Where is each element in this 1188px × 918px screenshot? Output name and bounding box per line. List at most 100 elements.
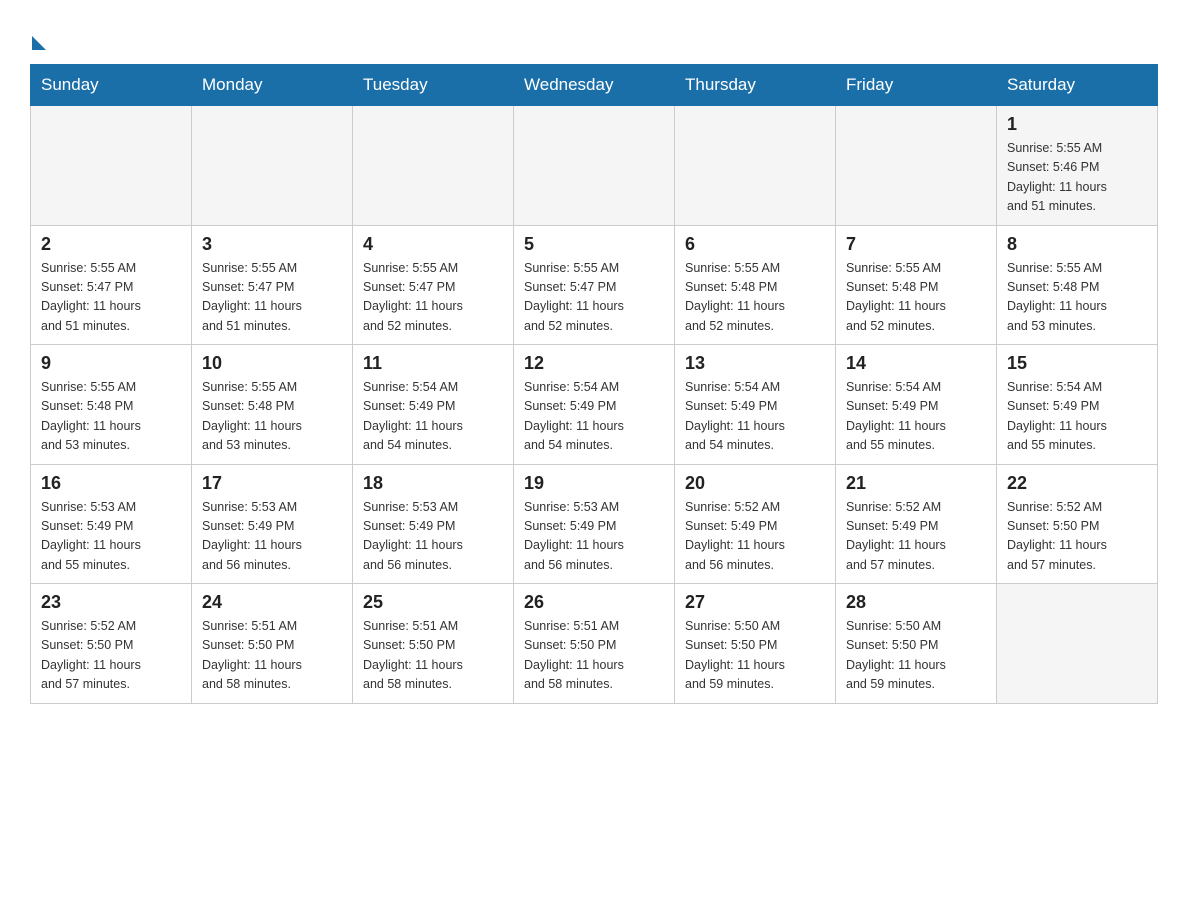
- col-thursday: Thursday: [675, 65, 836, 106]
- calendar-week-row: 2 Sunrise: 5:55 AMSunset: 5:47 PMDaylight…: [31, 225, 1158, 345]
- calendar-cell: [514, 106, 675, 226]
- calendar-cell: 28 Sunrise: 5:50 AMSunset: 5:50 PMDayligh…: [836, 584, 997, 704]
- col-friday: Friday: [836, 65, 997, 106]
- day-info: Sunrise: 5:55 AMSunset: 5:46 PMDaylight:…: [1007, 139, 1147, 217]
- calendar-week-row: 1 Sunrise: 5:55 AMSunset: 5:46 PMDaylight…: [31, 106, 1158, 226]
- col-sunday: Sunday: [31, 65, 192, 106]
- day-info: Sunrise: 5:54 AMSunset: 5:49 PMDaylight:…: [1007, 378, 1147, 456]
- calendar-cell: 23 Sunrise: 5:52 AMSunset: 5:50 PMDayligh…: [31, 584, 192, 704]
- day-number: 15: [1007, 353, 1147, 374]
- day-info: Sunrise: 5:55 AMSunset: 5:47 PMDaylight:…: [524, 259, 664, 337]
- calendar-cell: 8 Sunrise: 5:55 AMSunset: 5:48 PMDaylight…: [997, 225, 1158, 345]
- day-info: Sunrise: 5:54 AMSunset: 5:49 PMDaylight:…: [363, 378, 503, 456]
- day-number: 9: [41, 353, 181, 374]
- calendar-cell: 5Sunrise: 5:55 AMSunset: 5:47 PMDaylight…: [514, 225, 675, 345]
- day-number: 18: [363, 473, 503, 494]
- day-number: 26: [524, 592, 664, 613]
- calendar-cell: 18 Sunrise: 5:53 AMSunset: 5:49 PMDayligh…: [353, 464, 514, 584]
- day-number: 28: [846, 592, 986, 613]
- day-number: 4: [363, 234, 503, 255]
- day-info: Sunrise: 5:54 AMSunset: 5:49 PMDaylight:…: [524, 378, 664, 456]
- calendar-cell: [836, 106, 997, 226]
- calendar-header-row: Sunday Monday Tuesday Wednesday Thursday…: [31, 65, 1158, 106]
- calendar-cell: 7 Sunrise: 5:55 AMSunset: 5:48 PMDaylight…: [836, 225, 997, 345]
- calendar-cell: 3 Sunrise: 5:55 AMSunset: 5:47 PMDaylight…: [192, 225, 353, 345]
- day-number: 24: [202, 592, 342, 613]
- day-number: 1: [1007, 114, 1147, 135]
- day-info: Sunrise: 5:52 AMSunset: 5:49 PMDaylight:…: [846, 498, 986, 576]
- day-number: 19: [524, 473, 664, 494]
- calendar-cell: 6Sunrise: 5:55 AMSunset: 5:48 PMDaylight…: [675, 225, 836, 345]
- calendar-cell: 14Sunrise: 5:54 AMSunset: 5:49 PMDayligh…: [836, 345, 997, 465]
- calendar-week-row: 23 Sunrise: 5:52 AMSunset: 5:50 PMDayligh…: [31, 584, 1158, 704]
- calendar-cell: 24 Sunrise: 5:51 AMSunset: 5:50 PMDayligh…: [192, 584, 353, 704]
- calendar-cell: 4 Sunrise: 5:55 AMSunset: 5:47 PMDaylight…: [353, 225, 514, 345]
- day-info: Sunrise: 5:51 AMSunset: 5:50 PMDaylight:…: [202, 617, 342, 695]
- day-info: Sunrise: 5:52 AMSunset: 5:50 PMDaylight:…: [41, 617, 181, 695]
- day-number: 10: [202, 353, 342, 374]
- calendar-cell: [31, 106, 192, 226]
- calendar-cell: [192, 106, 353, 226]
- calendar-cell: 2Sunrise: 5:55 AMSunset: 5:47 PMDaylight…: [31, 225, 192, 345]
- calendar-cell: 15 Sunrise: 5:54 AMSunset: 5:49 PMDayligh…: [997, 345, 1158, 465]
- col-wednesday: Wednesday: [514, 65, 675, 106]
- day-info: Sunrise: 5:55 AMSunset: 5:48 PMDaylight:…: [41, 378, 181, 456]
- calendar-cell: 16 Sunrise: 5:53 AMSunset: 5:49 PMDayligh…: [31, 464, 192, 584]
- day-number: 17: [202, 473, 342, 494]
- calendar-cell: [997, 584, 1158, 704]
- calendar-cell: 11 Sunrise: 5:54 AMSunset: 5:49 PMDayligh…: [353, 345, 514, 465]
- logo: [30, 20, 46, 46]
- day-info: Sunrise: 5:53 AMSunset: 5:49 PMDaylight:…: [363, 498, 503, 576]
- calendar-cell: 26 Sunrise: 5:51 AMSunset: 5:50 PMDayligh…: [514, 584, 675, 704]
- calendar-cell: 10 Sunrise: 5:55 AMSunset: 5:48 PMDayligh…: [192, 345, 353, 465]
- day-number: 7: [846, 234, 986, 255]
- calendar-week-row: 16 Sunrise: 5:53 AMSunset: 5:49 PMDayligh…: [31, 464, 1158, 584]
- calendar-cell: 13 Sunrise: 5:54 AMSunset: 5:49 PMDayligh…: [675, 345, 836, 465]
- day-info: Sunrise: 5:55 AMSunset: 5:48 PMDaylight:…: [1007, 259, 1147, 337]
- day-info: Sunrise: 5:52 AMSunset: 5:49 PMDaylight:…: [685, 498, 825, 576]
- calendar-cell: 1 Sunrise: 5:55 AMSunset: 5:46 PMDaylight…: [997, 106, 1158, 226]
- day-number: 12: [524, 353, 664, 374]
- day-info: Sunrise: 5:54 AMSunset: 5:49 PMDaylight:…: [685, 378, 825, 456]
- day-info: Sunrise: 5:51 AMSunset: 5:50 PMDaylight:…: [363, 617, 503, 695]
- calendar-week-row: 9 Sunrise: 5:55 AMSunset: 5:48 PMDaylight…: [31, 345, 1158, 465]
- calendar-cell: 17 Sunrise: 5:53 AMSunset: 5:49 PMDayligh…: [192, 464, 353, 584]
- logo-arrow-icon: [32, 36, 46, 50]
- calendar-cell: 19 Sunrise: 5:53 AMSunset: 5:49 PMDayligh…: [514, 464, 675, 584]
- day-info: Sunrise: 5:53 AMSunset: 5:49 PMDaylight:…: [202, 498, 342, 576]
- day-number: 22: [1007, 473, 1147, 494]
- calendar-cell: 12 Sunrise: 5:54 AMSunset: 5:49 PMDayligh…: [514, 345, 675, 465]
- day-number: 3: [202, 234, 342, 255]
- calendar-cell: 9 Sunrise: 5:55 AMSunset: 5:48 PMDaylight…: [31, 345, 192, 465]
- day-number: 21: [846, 473, 986, 494]
- calendar-cell: 20 Sunrise: 5:52 AMSunset: 5:49 PMDayligh…: [675, 464, 836, 584]
- day-number: 2: [41, 234, 181, 255]
- day-info: Sunrise: 5:55 AMSunset: 5:48 PMDaylight:…: [202, 378, 342, 456]
- calendar-cell: 22Sunrise: 5:52 AMSunset: 5:50 PMDayligh…: [997, 464, 1158, 584]
- calendar-cell: [675, 106, 836, 226]
- calendar-cell: 27 Sunrise: 5:50 AMSunset: 5:50 PMDayligh…: [675, 584, 836, 704]
- day-info: Sunrise: 5:55 AMSunset: 5:48 PMDaylight:…: [846, 259, 986, 337]
- day-info: Sunrise: 5:51 AMSunset: 5:50 PMDaylight:…: [524, 617, 664, 695]
- day-info: Sunrise: 5:53 AMSunset: 5:49 PMDaylight:…: [524, 498, 664, 576]
- day-info: Sunrise: 5:55 AMSunset: 5:47 PMDaylight:…: [202, 259, 342, 337]
- day-number: 13: [685, 353, 825, 374]
- day-number: 23: [41, 592, 181, 613]
- day-number: 8: [1007, 234, 1147, 255]
- day-info: Sunrise: 5:50 AMSunset: 5:50 PMDaylight:…: [846, 617, 986, 695]
- day-number: 6: [685, 234, 825, 255]
- day-info: Sunrise: 5:53 AMSunset: 5:49 PMDaylight:…: [41, 498, 181, 576]
- day-info: Sunrise: 5:55 AMSunset: 5:47 PMDaylight:…: [363, 259, 503, 337]
- day-info: Sunrise: 5:54 AMSunset: 5:49 PMDaylight:…: [846, 378, 986, 456]
- day-number: 25: [363, 592, 503, 613]
- day-number: 27: [685, 592, 825, 613]
- calendar-cell: 21 Sunrise: 5:52 AMSunset: 5:49 PMDayligh…: [836, 464, 997, 584]
- col-saturday: Saturday: [997, 65, 1158, 106]
- col-monday: Monday: [192, 65, 353, 106]
- calendar-table: Sunday Monday Tuesday Wednesday Thursday…: [30, 64, 1158, 704]
- day-number: 20: [685, 473, 825, 494]
- day-number: 11: [363, 353, 503, 374]
- page-header: [30, 20, 1158, 46]
- day-info: Sunrise: 5:50 AMSunset: 5:50 PMDaylight:…: [685, 617, 825, 695]
- day-number: 16: [41, 473, 181, 494]
